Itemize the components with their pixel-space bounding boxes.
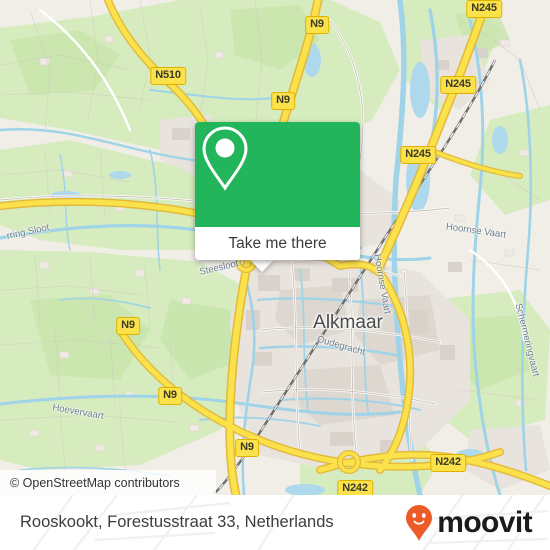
road-shield[interactable]: N242 [430, 454, 466, 472]
osm-attribution-label: © OpenStreetMap contributors [10, 475, 180, 490]
location-title: Rooskookt, Forestusstraat 33, Netherland… [20, 495, 334, 550]
moovit-smiling-pin-icon [406, 504, 433, 541]
road-shield[interactable]: N245 [440, 76, 476, 94]
map-pin-icon [202, 126, 248, 191]
map-canvas[interactable]: rring Sloot Steesloot Hoevervaart Oudegr… [0, 0, 550, 495]
map-screenshot: rring Sloot Steesloot Hoevervaart Oudegr… [0, 0, 550, 550]
location-title-text: Rooskookt, Forestusstraat 33, Netherland… [20, 513, 334, 531]
callout-pin-area [195, 122, 360, 227]
osm-attribution[interactable]: © OpenStreetMap contributors [0, 470, 216, 495]
take-me-there-label: Take me there [228, 234, 327, 252]
road-shield[interactable]: N242 [337, 480, 373, 495]
city-label: Alkmaar [313, 312, 383, 333]
moovit-brand[interactable]: moovit [404, 495, 533, 550]
road-shield[interactable]: N245 [466, 0, 502, 18]
callout-pointer [249, 259, 275, 272]
road-shield[interactable]: N510 [150, 67, 186, 85]
road-shield[interactable]: N245 [400, 146, 436, 164]
road-shield[interactable]: N9 [305, 16, 329, 34]
footer-bar: Rooskookt, Forestusstraat 33, Netherland… [0, 495, 550, 550]
take-me-there-button[interactable]: Take me there [195, 227, 360, 260]
road-shield[interactable]: N9 [158, 387, 182, 405]
location-callout[interactable]: Take me there [195, 122, 360, 260]
road-shield[interactable]: N9 [235, 439, 259, 457]
road-shield[interactable]: N9 [271, 92, 295, 110]
moovit-wordmark: moovit [437, 505, 532, 539]
road-shield[interactable]: N9 [116, 317, 140, 335]
